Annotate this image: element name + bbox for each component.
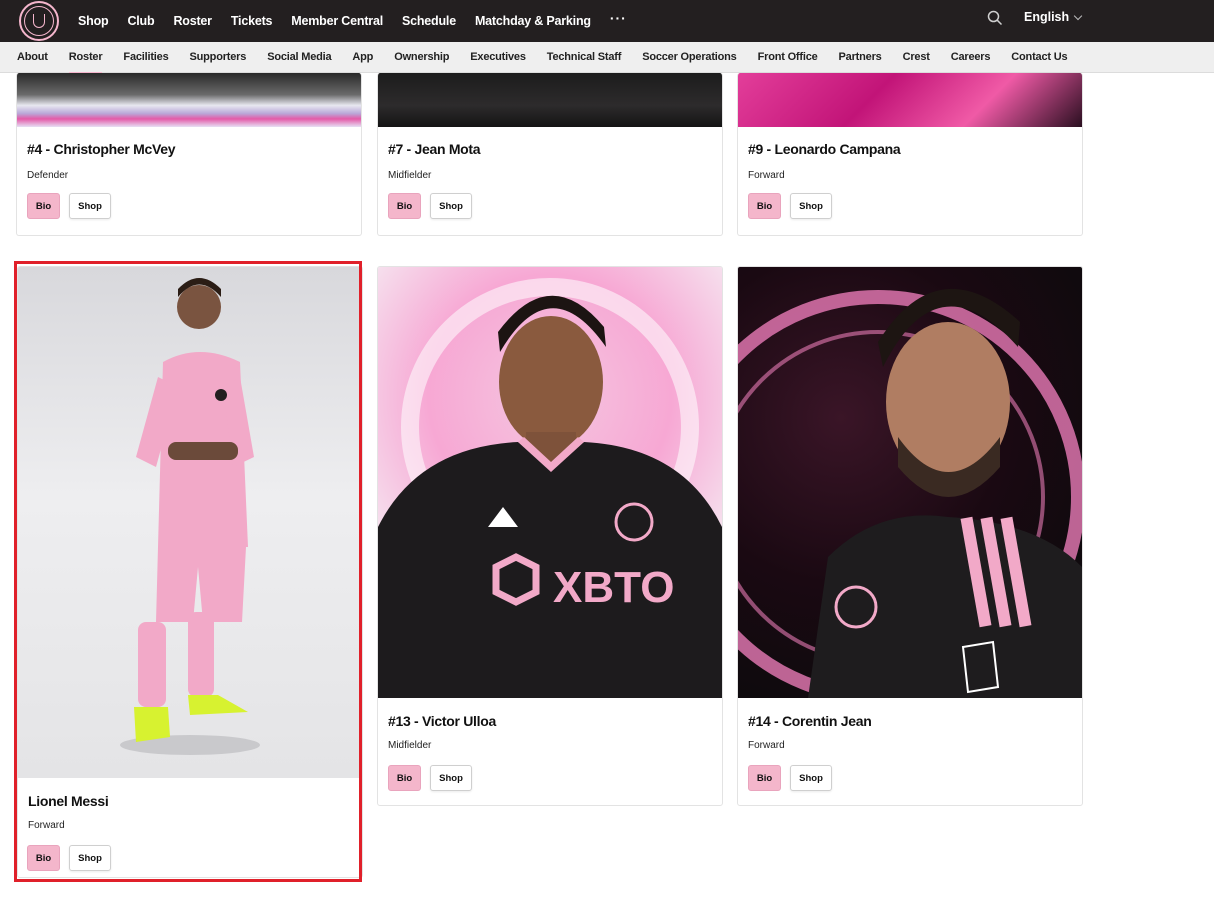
player-name[interactable]: #7 - Jean Mota [388, 141, 481, 157]
shop-button[interactable]: Shop [430, 193, 472, 219]
bio-button[interactable]: Bio [388, 193, 421, 219]
player-name[interactable]: #13 - Victor Ulloa [388, 713, 496, 729]
subnav-front-office[interactable]: Front Office [758, 42, 818, 73]
top-nav: Shop Club Roster Tickets Member Central … [0, 0, 1214, 42]
bio-button[interactable]: Bio [748, 193, 781, 219]
player-photo[interactable] [738, 73, 1082, 127]
subnav-facilities[interactable]: Facilities [123, 42, 168, 73]
nav-shop[interactable]: Shop [78, 14, 109, 28]
player-figure-illustration [120, 278, 260, 755]
player-position: Defender [27, 170, 69, 181]
subnav-supporters[interactable]: Supporters [190, 42, 247, 73]
player-figure-illustration: XBTO [378, 278, 722, 698]
bio-button[interactable]: Bio [388, 765, 421, 791]
player-name[interactable]: #14 - Corentin Jean [748, 713, 872, 729]
player-name[interactable]: Lionel Messi [28, 793, 109, 809]
player-name[interactable]: #9 - Leonardo Campana [748, 141, 901, 157]
crest-inner-ring [24, 6, 54, 36]
player-position: Midfielder [388, 740, 432, 751]
shop-button[interactable]: Shop [69, 845, 111, 871]
shop-button[interactable]: Shop [430, 765, 472, 791]
subnav-roster[interactable]: Roster [68, 42, 103, 74]
crest-shield-icon [33, 14, 45, 28]
subnav-careers[interactable]: Careers [951, 42, 991, 73]
club-crest-logo[interactable] [19, 1, 59, 41]
language-selector[interactable]: English [1024, 10, 1083, 24]
player-photo[interactable]: XBTO [378, 267, 722, 698]
player-photo[interactable] [17, 73, 361, 127]
subnav-executives[interactable]: Executives [470, 42, 526, 73]
player-photo[interactable] [378, 73, 722, 127]
nav-roster[interactable]: Roster [173, 14, 212, 28]
player-card-jean: #14 - Corentin Jean Forward Bio Shop [737, 266, 1083, 806]
subnav-ownership[interactable]: Ownership [394, 42, 449, 73]
player-figure-illustration [738, 288, 1082, 698]
player-position: Forward [748, 740, 785, 751]
nav-schedule[interactable]: Schedule [402, 14, 456, 28]
player-position: Midfielder [388, 170, 432, 181]
player-card-mota: #7 - Jean Mota Midfielder Bio Shop [377, 73, 723, 236]
more-menu-icon[interactable]: ··· [610, 10, 627, 26]
subnav-technical-staff[interactable]: Technical Staff [547, 42, 622, 73]
player-card-ulloa: XBTO #13 - Victor Ulloa Midfielder Bio S… [377, 266, 723, 806]
subnav-soccer-operations[interactable]: Soccer Operations [642, 42, 737, 73]
bio-button[interactable]: Bio [27, 193, 60, 219]
nav-tickets[interactable]: Tickets [231, 14, 273, 28]
search-icon[interactable] [986, 9, 1004, 27]
player-photo[interactable] [18, 267, 362, 778]
shop-button[interactable]: Shop [69, 193, 111, 219]
shop-button[interactable]: Shop [790, 765, 832, 791]
subnav-social-media[interactable]: Social Media [267, 42, 331, 73]
player-photo[interactable] [738, 267, 1082, 698]
top-nav-menu: Shop Club Roster Tickets Member Central … [78, 0, 627, 42]
player-name[interactable]: #4 - Christopher McVey [27, 141, 176, 157]
bio-button[interactable]: Bio [748, 765, 781, 791]
nav-member-central[interactable]: Member Central [291, 14, 383, 28]
subnav-crest[interactable]: Crest [903, 42, 930, 73]
language-label: English [1024, 10, 1070, 24]
subnav-app[interactable]: App [352, 42, 373, 73]
player-card-messi: Lionel Messi Forward Bio Shop [17, 266, 363, 878]
player-position: Forward [28, 820, 65, 831]
subnav-contact-us[interactable]: Contact Us [1011, 42, 1067, 73]
bio-button[interactable]: Bio [27, 845, 60, 871]
svg-text:XBTO: XBTO [553, 563, 674, 612]
player-card-mcvey: #4 - Christopher McVey Defender Bio Shop [16, 73, 362, 236]
player-card-campana: #9 - Leonardo Campana Forward Bio Shop [737, 73, 1083, 236]
subnav-about[interactable]: About [17, 42, 48, 73]
nav-matchday-parking[interactable]: Matchday & Parking [475, 14, 591, 28]
player-position: Forward [748, 170, 785, 181]
nav-club[interactable]: Club [127, 14, 154, 28]
subnav-partners[interactable]: Partners [839, 42, 882, 73]
club-sub-nav: About Roster Facilities Supporters Socia… [0, 42, 1214, 74]
chevron-down-icon [1073, 11, 1083, 20]
shop-button[interactable]: Shop [790, 193, 832, 219]
